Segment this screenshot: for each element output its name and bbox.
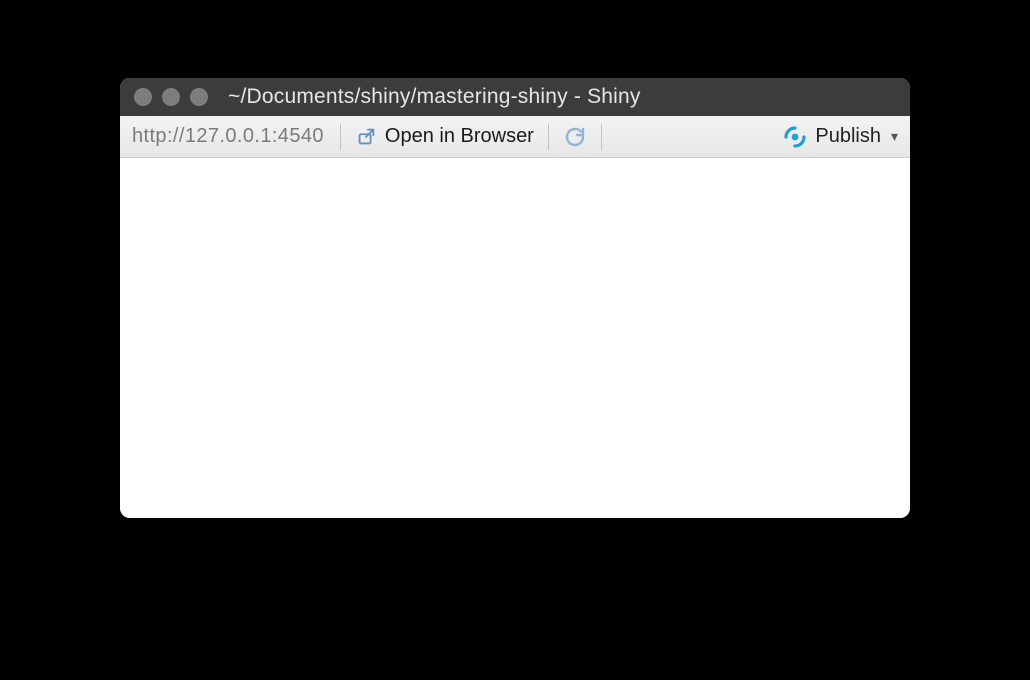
url-field[interactable]: http://127.0.0.1:4540 [132,125,330,148]
titlebar: ~/Documents/shiny/mastering-shiny - Shin… [120,78,910,116]
chevron-down-icon: ▾ [891,128,898,145]
publish-label: Publish [815,125,881,148]
toolbar: http://127.0.0.1:4540 Open in Browser [120,116,910,158]
zoom-window-button[interactable] [190,88,208,106]
toolbar-divider [548,124,549,150]
window-controls [134,88,208,106]
window-title: ~/Documents/shiny/mastering-shiny - Shin… [228,85,641,109]
popout-icon [355,126,377,148]
refresh-icon [563,125,587,149]
toolbar-divider [601,124,602,150]
open-in-browser-label: Open in Browser [385,125,534,148]
close-window-button[interactable] [134,88,152,106]
app-content-area [120,158,910,518]
minimize-window-button[interactable] [162,88,180,106]
reload-button[interactable] [559,123,591,151]
app-window: ~/Documents/shiny/mastering-shiny - Shin… [120,78,910,518]
publish-icon [783,125,807,149]
publish-button[interactable]: Publish ▾ [783,125,898,149]
open-in-browser-button[interactable]: Open in Browser [351,123,538,150]
toolbar-divider [340,124,341,150]
